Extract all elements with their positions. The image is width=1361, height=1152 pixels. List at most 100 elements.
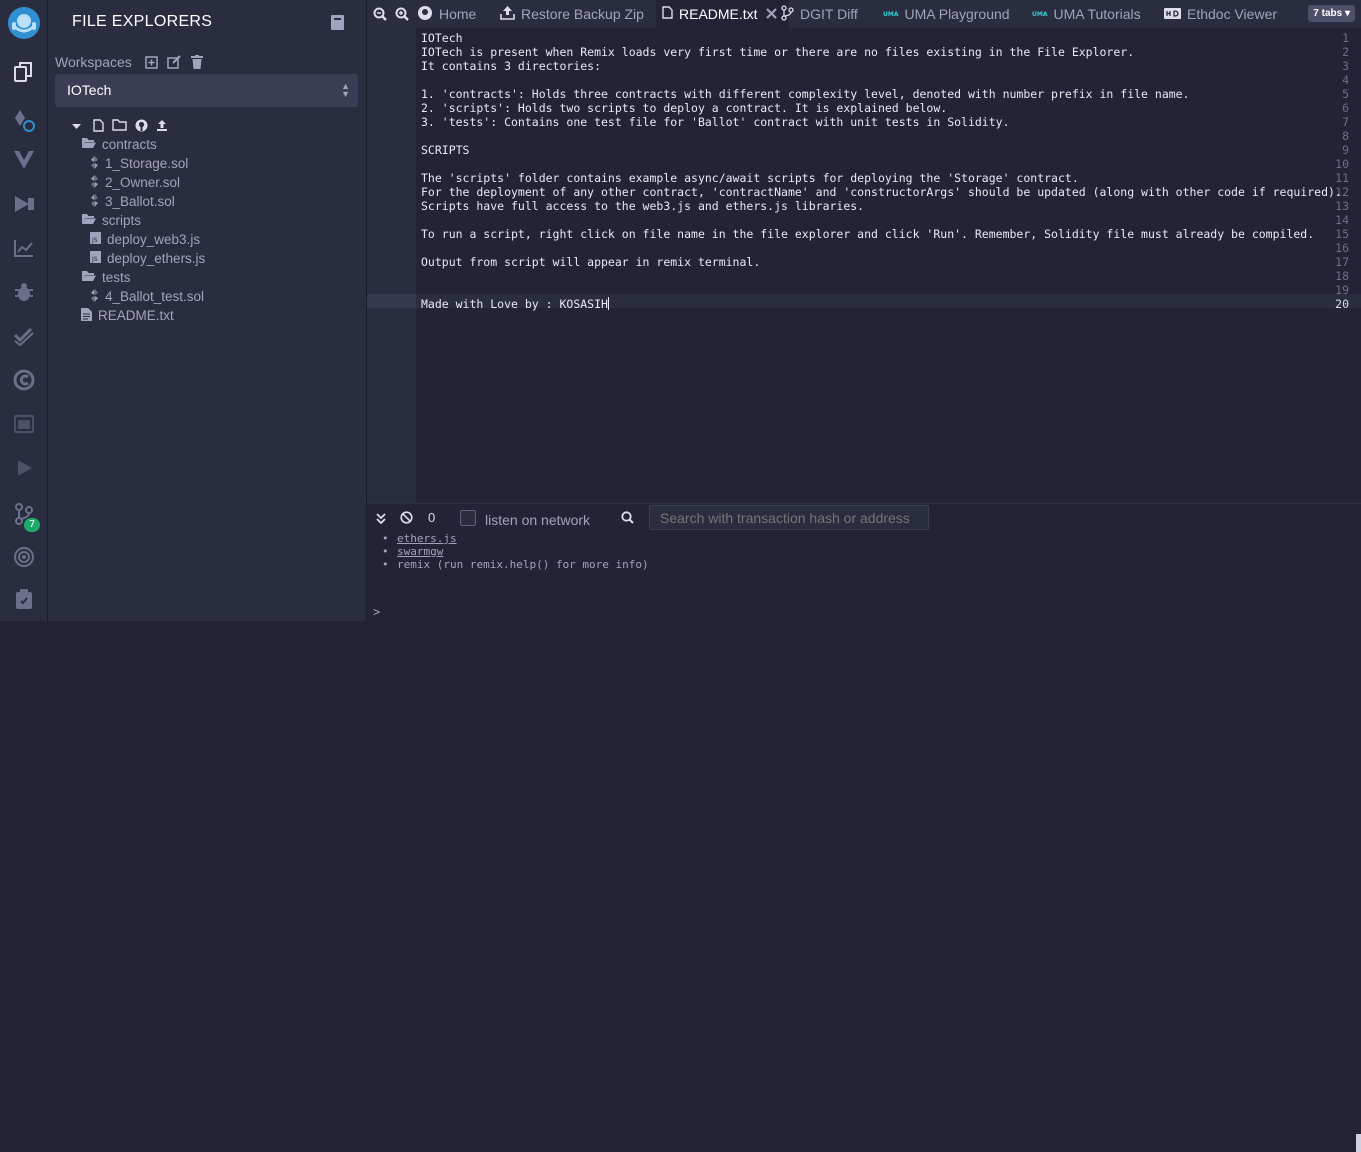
listen-network-toggle[interactable]: listen on network [460, 504, 590, 532]
code-line[interactable]: IOTech is present when Remix loads very … [421, 45, 1134, 59]
solidity-file-icon [90, 288, 105, 305]
tab-home[interactable]: Home [417, 0, 486, 28]
code-editor[interactable]: 1 2 3 4 5 6 7 8 9 10 11 12 13 14 15 16 17 18 19 20 IOTech IO… [367, 28, 1361, 503]
terminal-output: • ethers.js • swarmgw • remix (run remix.he… [367, 531, 1361, 1152]
new-folder-icon[interactable] [112, 119, 133, 134]
rename-workspace-icon[interactable] [167, 55, 182, 72]
panel-title: FILE EXPLORERS [72, 13, 213, 30]
run-script-icon[interactable] [0, 452, 47, 484]
transaction-search-input[interactable] [649, 505, 929, 530]
code-line[interactable]: To run a script, right click on file nam… [421, 227, 1314, 241]
terminal-line: • remix (run remix.help() for more info) [382, 558, 649, 571]
tab-label: DGIT Diff [800, 6, 858, 22]
line-number: 13 [1335, 199, 1349, 213]
deploy-run-icon[interactable] [0, 188, 47, 220]
remix-logo-icon[interactable] [0, 4, 47, 42]
sourcify-icon[interactable] [0, 364, 47, 396]
tree-item-label: 2_Owner.sol [105, 175, 181, 190]
tab-uma-tutorials[interactable]: UMA UMA Tutorials [1032, 0, 1141, 28]
terminal-panel-icon[interactable] [0, 408, 47, 440]
docs-icon[interactable] [331, 15, 344, 33]
line-number: 6 [1342, 101, 1349, 115]
code-line[interactable]: Made with Love by : KOSASIH [421, 297, 609, 311]
terminal-toolbar: 0 listen on network [367, 503, 1361, 532]
upload-icon[interactable] [156, 119, 174, 134]
caret-down-icon[interactable] [72, 119, 87, 134]
folder-open-icon [81, 213, 102, 228]
text-file-icon [81, 307, 98, 324]
home-tab-icon [417, 5, 439, 24]
code-line[interactable]: 1. 'contracts': Holds three contracts wi… [421, 87, 1190, 101]
tree-file-ballot-test[interactable]: 4_Ballot_test.sol [90, 287, 204, 306]
swarmgw-link[interactable]: swarmgw [397, 545, 443, 558]
tab-uma-playground[interactable]: UMA UMA Playground [883, 0, 1010, 28]
terminal-prompt[interactable]: > [373, 605, 380, 619]
tree-file-deploy-web3[interactable]: JS deploy_web3.js [90, 230, 200, 249]
tree-item-label: deploy_ethers.js [107, 251, 206, 266]
remix-help-text: remix (run remix.help() for more info) [397, 558, 649, 571]
text-cursor [607, 297, 609, 310]
tree-file-owner[interactable]: 2_Owner.sol [90, 173, 180, 192]
unit-test-icon[interactable] [0, 320, 47, 352]
terminal-scrollbar[interactable] [1356, 1134, 1361, 1152]
svg-text:JS: JS [91, 237, 98, 244]
vyper-icon[interactable] [0, 144, 47, 176]
debugger-icon[interactable] [0, 276, 47, 308]
create-workspace-icon[interactable] [145, 56, 158, 72]
solidity-file-icon [90, 155, 105, 172]
line-number: 9 [1342, 143, 1349, 157]
line-number: 20 [1335, 297, 1349, 311]
code-line-text: 1. 'contracts': Holds three contracts wi… [421, 87, 1190, 101]
tab-ethdoc-viewer[interactable]: Ethdoc Viewer [1164, 0, 1277, 28]
code-line[interactable]: 2. 'scripts': Holds two scripts to deplo… [421, 101, 947, 115]
tree-file-storage[interactable]: 1_Storage.sol [90, 154, 188, 173]
active-line-gutter-highlight [367, 294, 416, 308]
tree-folder-contracts[interactable]: contracts [81, 135, 157, 154]
tab-restore-backup[interactable]: Restore Backup Zip [500, 0, 644, 28]
listen-network-checkbox[interactable] [460, 510, 476, 526]
tab-readme[interactable]: README.txt [656, 0, 789, 28]
tree-file-ballot[interactable]: 3_Ballot.sol [90, 192, 175, 211]
file-explorer-icon[interactable] [0, 56, 47, 88]
tree-item-label: tests [102, 270, 131, 285]
github-icon[interactable] [135, 119, 154, 135]
code-line[interactable]: It contains 3 directories: [421, 59, 601, 73]
code-line[interactable]: Output from script will appear in remix … [421, 255, 760, 269]
line-number: 7 [1342, 115, 1349, 129]
tree-folder-scripts[interactable]: scripts [81, 211, 141, 230]
tab-dgit-diff[interactable]: DGIT Diff [781, 0, 858, 28]
code-line[interactable]: SCRIPTS [421, 143, 469, 157]
folder-open-icon [81, 137, 102, 152]
solidity-compiler-icon[interactable] [0, 104, 47, 136]
code-line-text: IOTech [421, 31, 463, 45]
tree-file-deploy-ethers[interactable]: JS deploy_ethers.js [90, 249, 205, 268]
code-line[interactable]: 3. 'tests': Contains one test file for '… [421, 115, 1010, 129]
settings-icon[interactable] [0, 541, 47, 573]
tree-file-readme[interactable]: README.txt [81, 306, 174, 325]
code-line-text: SCRIPTS [421, 143, 470, 157]
tabs-dropdown-button[interactable]: 7 tabs ▾ [1308, 5, 1355, 22]
zoom-in-icon[interactable] [395, 7, 409, 24]
code-line[interactable]: For the deployment of any other contract… [421, 185, 1342, 199]
line-number: 2 [1342, 45, 1349, 59]
analytics-icon[interactable] [0, 232, 47, 264]
line-number: 1 [1342, 31, 1349, 45]
code-line[interactable]: The 'scripts' folder contains example as… [421, 171, 1079, 185]
ethersjs-link[interactable]: ethers.js [397, 532, 457, 545]
workspace-select[interactable]: IOTech ▲ ▼ [55, 74, 358, 107]
line-number: 8 [1342, 129, 1349, 143]
terminal-line: • swarmgw [382, 545, 444, 558]
code-line[interactable]: IOTech [421, 31, 463, 45]
delete-workspace-icon[interactable] [191, 55, 203, 72]
code-line-text: IOTech is present when Remix loads very … [421, 45, 1135, 59]
plugin-manager-icon[interactable] [0, 583, 47, 615]
clear-console-icon[interactable] [400, 511, 413, 527]
tree-folder-tests[interactable]: tests [81, 268, 131, 287]
search-icon [621, 511, 634, 527]
code-line[interactable]: Scripts have full access to the web3.js … [421, 199, 864, 213]
uma-logo-icon: UMA [883, 10, 899, 18]
collapse-terminal-icon[interactable] [376, 512, 386, 527]
new-file-icon[interactable] [93, 118, 110, 135]
zoom-out-icon[interactable] [373, 7, 387, 24]
uma-logo-icon: UMA [1032, 10, 1048, 18]
